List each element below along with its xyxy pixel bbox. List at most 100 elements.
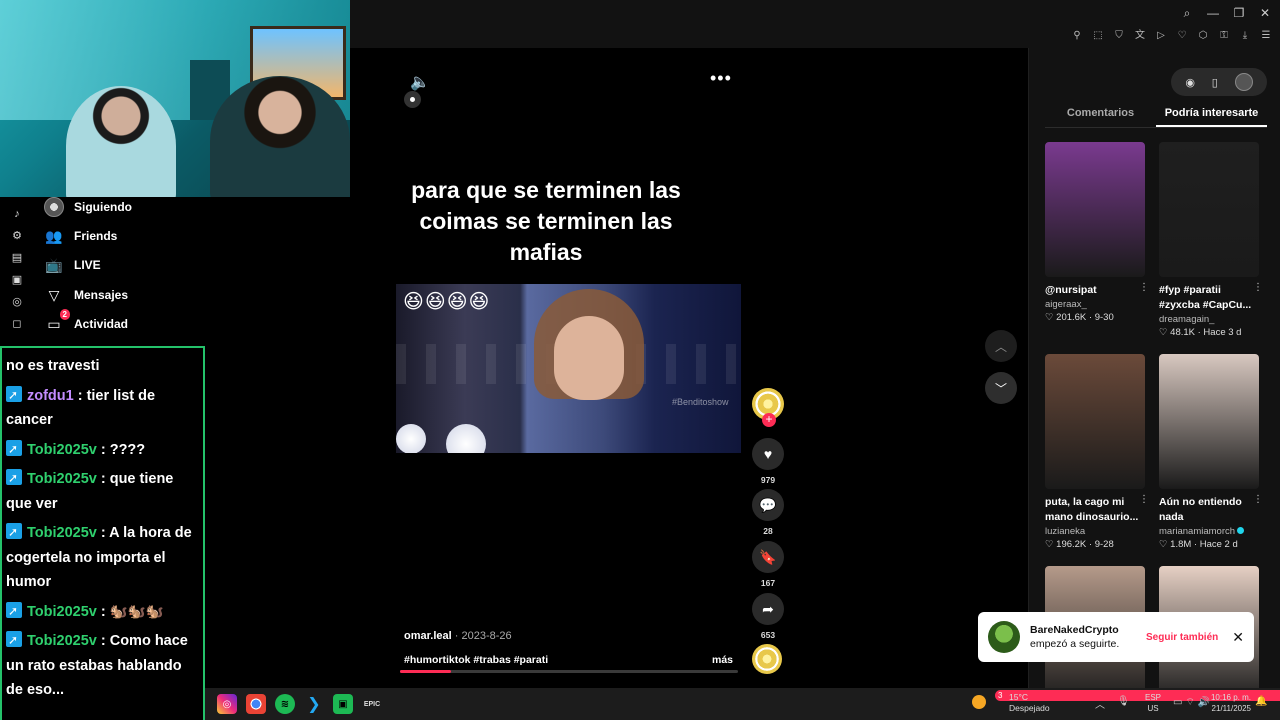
tiktok-icon[interactable]: ♪	[10, 207, 24, 221]
next-video-button[interactable]: ﹀	[985, 372, 1017, 404]
minimize-icon[interactable]: —	[1206, 6, 1220, 20]
tray-expand-icon[interactable]: ︿	[1095, 696, 1105, 711]
chat-username[interactable]: Tobi2025v	[27, 604, 97, 620]
bookmark-icon: 🔖	[759, 548, 777, 565]
notifications-icon[interactable]: 🔔	[1255, 696, 1267, 707]
share-button[interactable]: ➦	[752, 593, 784, 625]
twitch-icon[interactable]: ▣	[10, 273, 24, 287]
tray-icons[interactable]: ▭⌔🔊	[1173, 696, 1213, 709]
crop-icon[interactable]: ⬚	[1092, 30, 1104, 42]
notification-avatar[interactable]	[988, 621, 1020, 653]
translate-icon[interactable]: 文	[1134, 30, 1146, 42]
volume-slider[interactable]	[404, 91, 421, 108]
instagram-app-icon[interactable]: ◎	[217, 694, 237, 714]
close-icon[interactable]: ✕	[1258, 6, 1272, 20]
heart-icon[interactable]: ♡	[1176, 30, 1188, 42]
puzzle-icon[interactable]: ⬡	[1197, 30, 1209, 42]
epic-games-app-icon[interactable]: EPIC	[362, 694, 382, 714]
play-icon[interactable]: ▷	[1155, 30, 1167, 42]
chat-username[interactable]: Tobi2025v	[27, 633, 97, 649]
lock-icon[interactable]: ⚿	[1218, 30, 1230, 42]
notes-icon[interactable]: ▤	[10, 251, 24, 265]
restore-icon[interactable]: ❐	[1232, 6, 1246, 20]
recommendation-user[interactable]: marianamiamorch	[1159, 526, 1259, 537]
author-name[interactable]: omar.leal	[404, 630, 452, 642]
recommendation-thumbnail[interactable]	[1159, 142, 1259, 277]
prime-badge-icon	[6, 520, 22, 545]
recommendation-card[interactable]: @nursipat aigeraax_ ♡ 201.6K · 9-30 ⋮	[1045, 142, 1149, 323]
instagram-icon[interactable]: ◻	[10, 317, 24, 331]
language-indicator[interactable]: ESP US	[1145, 692, 1161, 714]
tab-you-may-like[interactable]: Podría interesarte	[1156, 106, 1267, 127]
weather-widget[interactable]: 15°C Despejado	[1009, 692, 1050, 714]
more-vertical-icon[interactable]: ⋮	[1139, 282, 1149, 293]
panel-tabs: Comentarios Podría interesarte	[1045, 106, 1267, 128]
shield-icon[interactable]: ⛉	[1113, 30, 1125, 42]
recommendation-title[interactable]: #fyp #paratii #zyxcba #CapCu...	[1159, 283, 1259, 313]
compass-icon[interactable]: ◉	[1185, 76, 1195, 89]
recommendation-title[interactable]: Aún no entiendo nada	[1159, 495, 1259, 525]
recommendation-card[interactable]: puta, la cago mi mano dinosaurio... luzia…	[1045, 354, 1149, 550]
follow-plus-icon[interactable]: +	[762, 413, 776, 427]
save-button[interactable]: 🔖	[752, 541, 784, 573]
prev-video-button[interactable]: ︿	[985, 330, 1017, 362]
store-app-icon[interactable]: ▣	[333, 694, 353, 714]
sidebar-item-live[interactable]: 📺 LIVE	[44, 253, 100, 277]
recommendation-card[interactable]: #fyp #paratii #zyxcba #CapCu... dreamagai…	[1159, 142, 1263, 338]
whatsapp-icon[interactable]: ◎	[10, 295, 24, 309]
microphone-icon[interactable]: 🎙	[1117, 696, 1130, 707]
more-vertical-icon[interactable]: ⋮	[1253, 494, 1263, 505]
sidebar-item-messages[interactable]: ▽ Mensajes	[44, 283, 128, 307]
comment-button[interactable]: 💬	[752, 489, 784, 521]
more-vertical-icon[interactable]: ⋮	[1139, 494, 1149, 505]
sidebar-item-following[interactable]: Siguiendo	[44, 195, 132, 219]
video-progress-bar[interactable]	[400, 670, 738, 673]
chat-username[interactable]: Tobi2025v	[27, 471, 97, 487]
chevron-down-icon: ﹀	[994, 381, 1007, 396]
more-vertical-icon[interactable]: ⋮	[1253, 282, 1263, 293]
music-disc-icon[interactable]	[752, 644, 782, 674]
chat-message: Tobi2025v: que tiene que ver	[6, 466, 199, 516]
recommendation-title[interactable]: @nursipat	[1045, 283, 1145, 298]
like-button[interactable]: ♥	[752, 438, 784, 470]
recommendation-stats: ♡ 48.1K · Hace 3 d	[1159, 327, 1242, 338]
recommendation-user[interactable]: aigeraax_	[1045, 299, 1145, 310]
video-hashtags[interactable]: #humortiktok #trabas #parati	[404, 654, 548, 666]
weather-icon[interactable]	[972, 695, 986, 709]
more-button[interactable]: más	[712, 654, 733, 666]
recommendation-stats: ♡ 1.8M · Hace 2 d	[1159, 539, 1238, 550]
pin-icon[interactable]: ⚲	[1071, 30, 1083, 42]
sidebar-item-activity[interactable]: ▭ 2 Actividad	[44, 309, 128, 336]
friends-icon: 👥	[45, 227, 63, 244]
notification-username[interactable]: BareNakedCrypto	[1030, 623, 1146, 637]
vscode-app-icon[interactable]: ❯	[304, 694, 324, 714]
volume-icon[interactable]: 🔈	[410, 72, 430, 92]
recommendation-card[interactable]: Aún no entiendo nada marianamiamorch ♡ 1.8…	[1159, 354, 1263, 550]
comment-icon: 💬	[759, 496, 777, 513]
recommendation-user[interactable]: dreamagain_	[1159, 314, 1259, 325]
close-icon[interactable]: ✕	[1232, 629, 1244, 646]
more-options-icon[interactable]: •••	[710, 68, 732, 89]
follow-back-button[interactable]: Seguir también	[1146, 632, 1218, 643]
recommendation-user[interactable]: luzianeka	[1045, 526, 1145, 537]
recommendation-thumbnail[interactable]	[1045, 354, 1145, 489]
openai-icon[interactable]: ⚙	[10, 229, 24, 243]
recommendation-thumbnail[interactable]	[1159, 354, 1259, 489]
system-clock[interactable]: 10:16 p. m. 21/11/2025	[1209, 692, 1251, 714]
notification-text: empezó a seguirte.	[1030, 638, 1120, 650]
chat-username[interactable]: Tobi2025v	[27, 442, 97, 458]
search-icon[interactable]: ⌕	[1180, 6, 1194, 20]
chat-username[interactable]: Tobi2025v	[27, 525, 97, 541]
spotify-app-icon[interactable]: ≋	[275, 694, 295, 714]
chat-username[interactable]: zofdu1	[27, 388, 74, 404]
recommendation-thumbnail[interactable]	[1045, 142, 1145, 277]
chrome-app-icon[interactable]	[246, 694, 266, 714]
menu-icon[interactable]: ☰	[1260, 30, 1272, 42]
recommendation-title[interactable]: puta, la cago mi mano dinosaurio...	[1045, 495, 1145, 525]
profile-avatar[interactable]	[1234, 73, 1253, 91]
download-icon[interactable]: ⤓	[1239, 30, 1251, 42]
device-icon[interactable]: ▯	[1212, 76, 1218, 89]
live-icon: 📺	[45, 256, 63, 273]
sidebar-item-friends[interactable]: 👥 Friends	[44, 224, 117, 248]
tab-comments[interactable]: Comentarios	[1045, 106, 1156, 127]
